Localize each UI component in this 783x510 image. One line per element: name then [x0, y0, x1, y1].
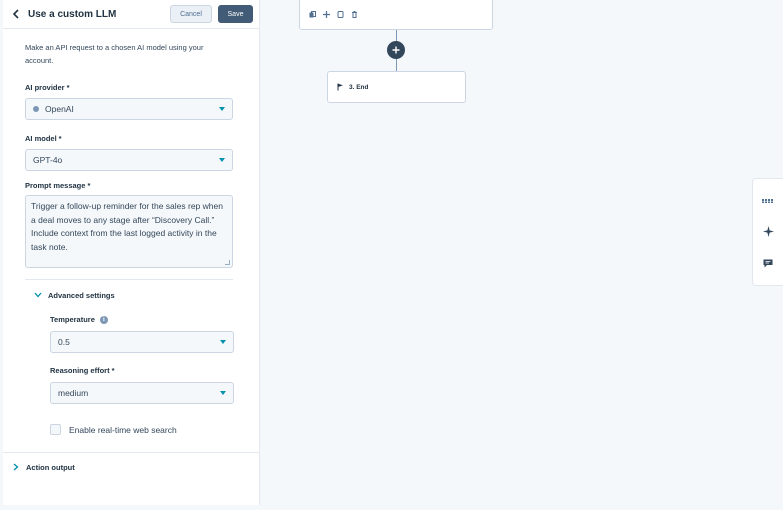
chevron-right-icon: [11, 462, 21, 472]
divider: [3, 452, 260, 453]
action-output-toggle[interactable]: Action output: [11, 462, 75, 472]
ai-model-value: GPT-4o: [33, 155, 63, 165]
action-output-label: Action output: [26, 462, 75, 472]
required-mark: *: [58, 134, 62, 143]
advanced-settings-label: Advanced settings: [48, 290, 115, 300]
temperature-label-row: Temperature i: [50, 315, 234, 324]
reasoning-label-row: Reasoning effort *: [50, 366, 234, 375]
action-description: Make an API request to a chosen AI model…: [25, 43, 204, 65]
temperature-field: Temperature i 0.5: [50, 315, 234, 353]
chevron-left-icon[interactable]: [10, 8, 22, 20]
cancel-button[interactable]: Cancel: [170, 5, 212, 23]
caret-down-icon: [220, 391, 226, 395]
end-step-card[interactable]: 3. End: [327, 71, 466, 103]
end-step-label: 3. End: [349, 83, 369, 91]
ai-model-label: AI model: [25, 134, 57, 143]
web-search-label: Enable real-time web search: [69, 424, 177, 435]
trash-icon[interactable]: [351, 10, 358, 18]
reasoning-effort-label: Reasoning effort: [50, 366, 110, 375]
advanced-settings-toggle[interactable]: Advanced settings: [33, 290, 115, 300]
chevron-down-icon: [33, 290, 43, 300]
panel-body: Make an API request to a chosen AI model…: [3, 41, 259, 268]
connector-line: [396, 59, 397, 71]
temperature-value: 0.5: [58, 337, 70, 347]
end-step: 3. End: [337, 83, 369, 91]
card-toolbar: [300, 0, 492, 29]
reasoning-effort-select[interactable]: medium: [50, 382, 234, 404]
web-search-checkbox[interactable]: [50, 424, 61, 435]
side-rail: [752, 178, 783, 286]
comment-icon[interactable]: [761, 256, 775, 270]
ai-model-field: AI model * GPT-4o: [25, 134, 237, 171]
flag-icon: [337, 83, 343, 91]
reasoning-effort-field: Reasoning effort * medium: [50, 366, 234, 404]
info-icon[interactable]: i: [99, 315, 108, 324]
ai-model-label-row: AI model *: [25, 134, 237, 143]
move-icon[interactable]: [323, 10, 330, 18]
save-button[interactable]: Save: [218, 5, 253, 23]
openai-logo-icon: [33, 106, 39, 112]
ai-provider-select[interactable]: OpenAI: [25, 98, 233, 120]
plus-icon: [392, 46, 400, 54]
action-config-panel: Use a custom LLM Cancel Save Make an API…: [3, 0, 260, 505]
ai-provider-value: OpenAI: [45, 104, 74, 114]
sparkle-icon[interactable]: [761, 225, 775, 239]
ai-model-select[interactable]: GPT-4o: [25, 149, 233, 171]
panel-header: Use a custom LLM Cancel Save: [3, 0, 259, 29]
temperature-select[interactable]: 0.5: [50, 331, 234, 353]
divider: [25, 279, 233, 280]
ai-provider-label: AI provider: [25, 83, 65, 92]
prompt-textarea[interactable]: Trigger a follow-up reminder for the sal…: [25, 195, 233, 268]
required-mark: *: [87, 181, 91, 190]
resize-handle[interactable]: [225, 260, 230, 265]
workflow-action-card[interactable]: [299, 0, 493, 30]
clone-icon[interactable]: [337, 10, 344, 18]
prompt-text: Trigger a follow-up reminder for the sal…: [31, 201, 223, 252]
reasoning-effort-value: medium: [58, 388, 89, 398]
web-search-option[interactable]: Enable real-time web search: [50, 424, 177, 435]
grid-icon[interactable]: [761, 194, 775, 208]
caret-down-icon: [219, 107, 225, 111]
required-mark: *: [111, 366, 115, 375]
add-step-button[interactable]: [387, 41, 405, 59]
prompt-field: Prompt message * Trigger a follow-up rem…: [25, 181, 237, 268]
ai-provider-value-wrap: OpenAI: [33, 104, 219, 114]
prompt-label: Prompt message: [25, 181, 86, 190]
caret-down-icon: [219, 158, 225, 162]
ai-provider-label-row: AI provider *: [25, 83, 237, 92]
caret-down-icon: [220, 340, 226, 344]
temperature-label: Temperature: [50, 315, 95, 324]
connector-line: [396, 30, 397, 41]
prompt-label-row: Prompt message *: [25, 181, 237, 190]
copy-icon[interactable]: [309, 10, 316, 18]
panel-title: Use a custom LLM: [28, 8, 117, 20]
ai-provider-field: AI provider * OpenAI: [25, 83, 237, 120]
required-mark: *: [66, 83, 70, 92]
